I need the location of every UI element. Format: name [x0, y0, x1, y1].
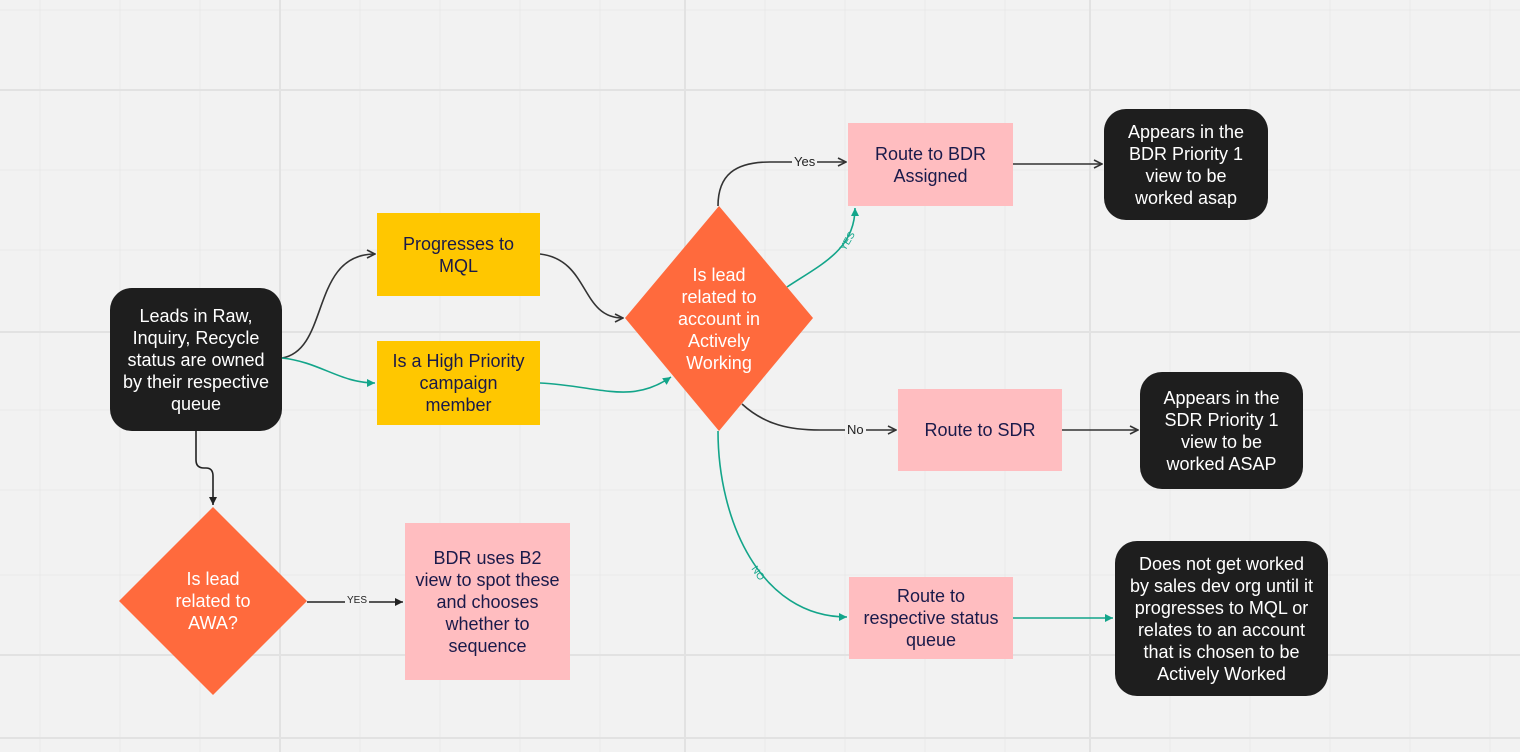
decision-actively-working-text: Is lead related to account in Actively W…	[677, 264, 761, 373]
node-appears-bdr-text: Appears in the BDR Priority 1 view to be…	[1127, 121, 1245, 208]
node-leads-text: Leads in Raw, Inquiry, Recycle status ar…	[122, 305, 270, 414]
edge-leads-mql	[281, 254, 375, 359]
node-bdr-b2[interactable]: BDR uses B2 view to spot these and choos…	[405, 523, 570, 680]
node-route-status[interactable]: Route to respective status queue	[849, 577, 1013, 659]
decision-awa[interactable]: Is lead related to AWA?	[119, 507, 307, 695]
node-appears-bdr[interactable]: Appears in the BDR Priority 1 view to be…	[1104, 109, 1268, 220]
edge-leads-hp	[281, 357, 376, 387]
decision-awa-text: Is lead related to AWA?	[175, 569, 251, 633]
edge-label-no: No	[845, 422, 866, 437]
decision-actively-working[interactable]: Is lead related to account in Actively W…	[625, 206, 813, 431]
edge-yes-bdr	[717, 162, 846, 207]
node-high-priority[interactable]: Is a High Priority campaign member	[377, 341, 540, 425]
node-appears-sdr[interactable]: Appears in the SDR Priority 1 view to be…	[1140, 372, 1303, 489]
node-appears-sdr-text: Appears in the SDR Priority 1 view to be…	[1163, 387, 1280, 474]
edge-label-yes-awa: YES	[345, 595, 370, 606]
node-route-status-text: Route to respective status queue	[863, 586, 999, 650]
edge-no-status	[717, 430, 848, 621]
node-route-bdr[interactable]: Route to BDR Assigned	[848, 123, 1013, 206]
node-mql-text: Progresses to MQL	[402, 233, 515, 276]
node-route-sdr-text: Route to SDR	[924, 420, 1036, 440]
edge-leads-awa	[195, 431, 217, 505]
node-leads[interactable]: Leads in Raw, Inquiry, Recycle status ar…	[110, 288, 282, 431]
edge-mql-decision	[539, 253, 623, 318]
node-route-bdr-text: Route to BDR Assigned	[874, 143, 987, 186]
node-route-sdr[interactable]: Route to SDR	[898, 389, 1062, 471]
node-not-worked[interactable]: Does not get worked by sales dev org unt…	[1115, 541, 1328, 696]
node-bdr-b2-text: BDR uses B2 view to spot these and choos…	[415, 547, 560, 656]
node-not-worked-text: Does not get worked by sales dev org unt…	[1129, 553, 1314, 684]
node-high-priority-text: Is a High Priority campaign member	[392, 351, 525, 415]
node-mql[interactable]: Progresses to MQL	[377, 213, 540, 296]
edge-label-yes: Yes	[792, 154, 818, 169]
